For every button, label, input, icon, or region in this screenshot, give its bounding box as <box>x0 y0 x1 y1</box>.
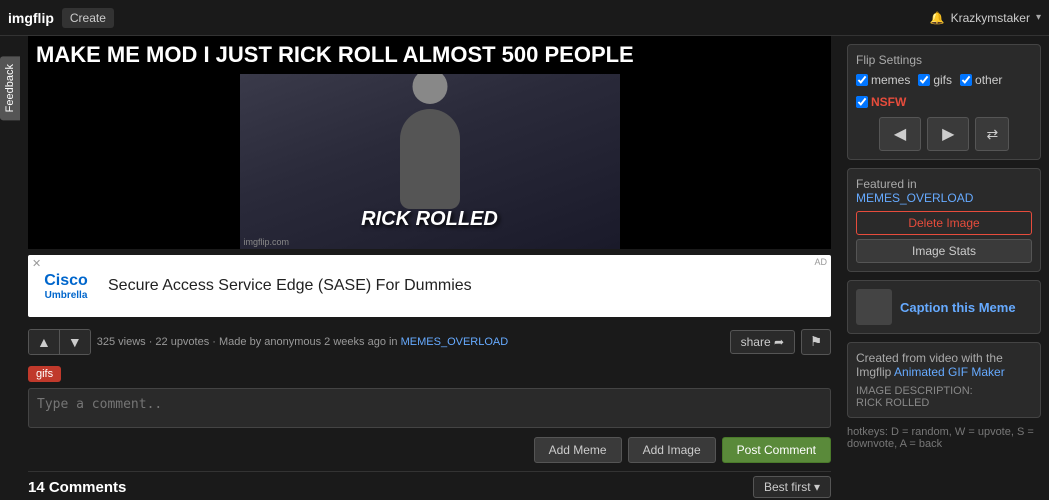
next-arrow-button[interactable]: ▶ <box>927 117 969 151</box>
vote-bar: ▲ ▼ 325 views · 22 upvotes · Made by ano… <box>28 325 831 359</box>
featured-text: Featured in MEMES_OVERLOAD <box>856 177 1032 205</box>
caption-thumbnail <box>856 289 892 325</box>
cisco-logo: Cisco Umbrella <box>36 272 96 301</box>
meme-watermark: imgflip.com <box>244 237 290 247</box>
comments-title: 14 Comments <box>28 479 126 496</box>
flip-settings-title: Flip Settings <box>856 53 1032 67</box>
comment-input[interactable] <box>28 388 831 428</box>
username[interactable]: Krazkymstaker <box>951 11 1030 25</box>
delete-image-button[interactable]: Delete Image <box>856 211 1032 235</box>
downvote-button[interactable]: ▼ <box>60 330 90 354</box>
user-notifications: 🔔 <box>930 11 945 25</box>
gif-maker-link[interactable]: Animated GIF Maker <box>894 365 1005 379</box>
top-nav: imgflip Create 🔔 Krazkymstaker ▾ <box>0 0 1049 36</box>
gifs-tag[interactable]: gifs <box>28 366 61 382</box>
ad-text: Secure Access Service Edge (SASE) For Du… <box>108 277 472 295</box>
comments-header: 14 Comments Best first ▾ <box>28 471 831 498</box>
vote-buttons: ▲ ▼ <box>28 329 91 355</box>
gif-maker-box: Created from video with the Imgflip Anim… <box>847 342 1041 418</box>
prev-arrow-button[interactable]: ◀ <box>879 117 921 151</box>
checkbox-nsfw[interactable]: NSFW <box>856 95 906 109</box>
post-comment-button[interactable]: Post Comment <box>722 437 831 463</box>
nav-arrows: ◀ ▶ ⇄ <box>856 117 1032 151</box>
ad-label: AD <box>814 257 827 267</box>
flip-checkboxes: memes gifs other NSFW <box>856 73 1032 109</box>
site-logo[interactable]: imgflip <box>8 10 54 26</box>
main-layout: Feedback MAKE ME MOD I JUST RICK ROLL AL… <box>0 36 1049 500</box>
person-body <box>400 109 460 209</box>
shuffle-button[interactable]: ⇄ <box>975 117 1009 151</box>
share-button[interactable]: share ➦ <box>730 330 795 354</box>
nav-right: 🔔 Krazkymstaker ▾ <box>930 11 1041 25</box>
vote-stats: 325 views · 22 upvotes · Made by anonymo… <box>97 336 724 348</box>
meme-container: RICK ROLLED imgflip.com <box>28 74 831 249</box>
ad-x-icon[interactable]: ✕ <box>32 257 41 270</box>
meme-image-inner: RICK ROLLED imgflip.com <box>240 74 620 249</box>
checkbox-gifs[interactable]: gifs <box>918 73 952 87</box>
left-content: MAKE ME MOD I JUST RICK ROLL ALMOST 500 … <box>20 36 839 500</box>
meme-image: RICK ROLLED imgflip.com <box>240 74 620 249</box>
upvote-button[interactable]: ▲ <box>29 330 59 354</box>
nav-chevron[interactable]: ▾ <box>1036 12 1041 23</box>
community-link[interactable]: MEMES_OVERLOAD <box>401 336 509 348</box>
add-meme-button[interactable]: Add Meme <box>534 437 622 463</box>
flag-button[interactable]: ⚑ <box>801 329 831 355</box>
caption-link[interactable]: Caption this Meme <box>900 300 1016 315</box>
image-description: IMAGE DESCRIPTION: RICK ROLLED <box>856 385 1032 409</box>
gif-maker-text: Created from video with the Imgflip Anim… <box>856 351 1032 379</box>
ad-banner: ✕ Cisco Umbrella Secure Access Service E… <box>28 255 831 317</box>
caption-box[interactable]: Caption this Meme <box>847 280 1041 334</box>
flip-settings-box: Flip Settings memes gifs other NSFW <box>847 44 1041 160</box>
checkbox-memes[interactable]: memes <box>856 73 910 87</box>
checkbox-other[interactable]: other <box>960 73 1002 87</box>
meme-top-text: MAKE ME MOD I JUST RICK ROLL ALMOST 500 … <box>28 36 831 74</box>
comment-actions: Add Meme Add Image Post Comment <box>28 437 831 463</box>
add-image-button[interactable]: Add Image <box>628 437 716 463</box>
create-button[interactable]: Create <box>62 8 114 28</box>
meme-overlay-text: RICK ROLLED <box>361 208 498 231</box>
feedback-tab[interactable]: Feedback <box>0 56 20 120</box>
hotkeys-text: hotkeys: D = random, W = upvote, S = dow… <box>847 426 1041 450</box>
right-sidebar: Flip Settings memes gifs other NSFW <box>839 36 1049 500</box>
featured-community-link[interactable]: MEMES_OVERLOAD <box>856 191 973 205</box>
image-stats-button[interactable]: Image Stats <box>856 239 1032 263</box>
sort-button[interactable]: Best first ▾ <box>753 476 831 498</box>
featured-box: Featured in MEMES_OVERLOAD Delete Image … <box>847 168 1041 272</box>
